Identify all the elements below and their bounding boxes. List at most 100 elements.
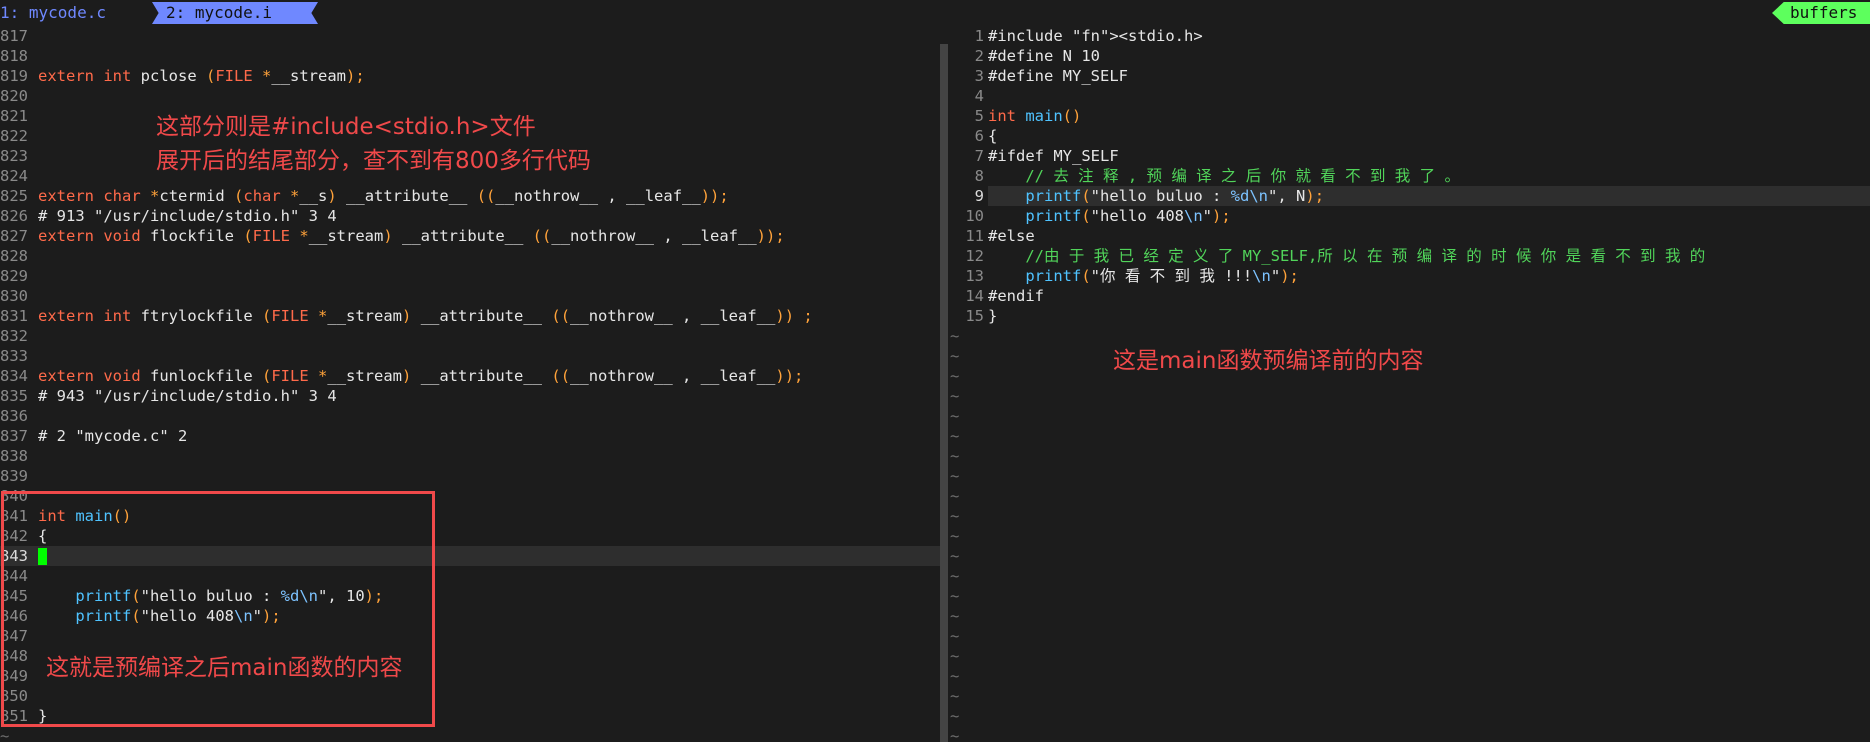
line-text: #define MY_SELF: [988, 67, 1128, 85]
code-line[interactable]: 836: [0, 406, 940, 426]
line-number: 1: [974, 27, 984, 45]
line-number: 832: [0, 327, 28, 345]
line-number: 818: [0, 47, 28, 65]
line-number: 824: [0, 167, 28, 185]
code-line[interactable]: 11 #else: [950, 226, 1870, 246]
vertical-split-bar[interactable]: [940, 44, 948, 742]
code-line[interactable]: 825 extern char *ctermid (char *__s) __at…: [0, 186, 940, 206]
empty-line-marker: ~: [950, 706, 1870, 726]
annotation-top: 这部分则是#include<stdio.h>文件 展开后的结尾部分，查不到有80…: [156, 110, 591, 178]
empty-line-marker: ~: [950, 546, 1870, 566]
line-text: # 943 "/usr/include/stdio.h" 3 4: [38, 387, 337, 405]
code-line[interactable]: 13 printf("你 看 不 到 我 !!!\n");: [950, 266, 1870, 286]
line-number: ~: [0, 727, 10, 742]
code-line[interactable]: 8 // 去 注 释 , 预 编 译 之 后 你 就 看 不 到 我 了 。: [950, 166, 1870, 186]
line-text: printf("你 看 不 到 我 !!!\n");: [1025, 267, 1299, 285]
empty-line-marker: ~: [950, 466, 1870, 486]
code-line[interactable]: ~: [0, 726, 940, 742]
annotation-top-line1: 这部分则是#include<stdio.h>文件: [156, 114, 536, 140]
line-number: 833: [0, 347, 28, 365]
code-line[interactable]: 828: [0, 246, 940, 266]
tilde-marker: ~: [950, 527, 960, 545]
line-text: extern void flockfile (FILE *__stream) _…: [38, 227, 785, 245]
line-number: 819: [0, 67, 28, 85]
code-line[interactable]: 831 extern int ftrylockfile (FILE *__stre…: [0, 306, 940, 326]
line-text: extern void funlockfile (FILE *__stream)…: [38, 367, 804, 385]
tilde-marker: ~: [950, 407, 960, 425]
code-line[interactable]: 820: [0, 86, 940, 106]
line-number: 831: [0, 307, 28, 325]
tilde-marker: ~: [950, 627, 960, 645]
line-number: 11: [965, 227, 984, 245]
code-line[interactable]: 819 extern int pclose (FILE *__stream);: [0, 66, 940, 86]
tilde-marker: ~: [950, 667, 960, 685]
line-number: 13: [965, 267, 984, 285]
code-line[interactable]: 817: [0, 26, 940, 46]
code-line[interactable]: 832: [0, 326, 940, 346]
code-line[interactable]: 6{: [950, 126, 1870, 146]
annotation-top-line2: 展开后的结尾部分，查不到有800多行代码: [156, 148, 591, 174]
line-number: 2: [974, 47, 984, 65]
empty-line-marker: ~: [950, 386, 1870, 406]
code-line[interactable]: 9 printf("hello buluo : %d\n", N);: [950, 186, 1870, 206]
empty-line-marker: ~: [950, 646, 1870, 666]
tilde-marker: ~: [950, 447, 960, 465]
code-line[interactable]: 835 # 943 "/usr/include/stdio.h" 3 4: [0, 386, 940, 406]
line-number: 14: [965, 287, 984, 305]
tabline: 1: mycode.c 2: mycode.i buffers: [0, 0, 1870, 26]
line-number: 12: [965, 247, 984, 265]
empty-line-marker: ~: [950, 326, 1870, 346]
code-line[interactable]: 2 #define N 10: [950, 46, 1870, 66]
empty-line-marker: ~: [950, 726, 1870, 742]
tab-mycode-c[interactable]: 1: mycode.c: [0, 2, 152, 24]
line-text: int main(): [988, 107, 1082, 125]
line-text: printf("hello 408\n");: [1025, 207, 1231, 225]
code-line[interactable]: 15}: [950, 306, 1870, 326]
code-line[interactable]: 4: [950, 86, 1870, 106]
right-editor-pane[interactable]: 1 #include "fn"><stdio.h> 2 #define N 10 3 #d…: [950, 26, 1870, 742]
line-number: 829: [0, 267, 28, 285]
code-line[interactable]: 14 #endif: [950, 286, 1870, 306]
code-line[interactable]: 837 # 2 "mycode.c" 2: [0, 426, 940, 446]
tilde-marker: ~: [950, 467, 960, 485]
line-text: # 2 "mycode.c" 2: [38, 427, 188, 445]
code-line[interactable]: 830: [0, 286, 940, 306]
buffers-badge[interactable]: buffers: [1772, 2, 1870, 24]
code-line[interactable]: 3 #define MY_SELF: [950, 66, 1870, 86]
line-number: 826: [0, 207, 28, 225]
tilde-marker: ~: [950, 347, 960, 365]
tilde-marker: ~: [950, 687, 960, 705]
line-number: 9: [974, 187, 984, 205]
tilde-marker: ~: [950, 567, 960, 585]
code-line[interactable]: 833: [0, 346, 940, 366]
empty-line-marker: ~: [950, 586, 1870, 606]
code-line[interactable]: 10 printf("hello 408\n");: [950, 206, 1870, 226]
line-number: 7: [974, 147, 984, 165]
empty-line-marker: ~: [950, 406, 1870, 426]
line-text: // 去 注 释 , 预 编 译 之 后 你 就 看 不 到 我 了 。: [988, 167, 1460, 185]
code-line[interactable]: 5 int main(): [950, 106, 1870, 126]
annotation-box: 这就是预编译之后main函数的内容: [46, 655, 403, 681]
empty-line-marker: ~: [950, 426, 1870, 446]
code-line[interactable]: 838: [0, 446, 940, 466]
code-line[interactable]: 839: [0, 466, 940, 486]
highlight-box: [1, 491, 435, 727]
line-number: 823: [0, 147, 28, 165]
line-number: 825: [0, 187, 28, 205]
annotation-right: 这是main函数预编译前的内容: [1113, 348, 1424, 374]
line-text: printf("hello buluo : %d\n", N);: [1025, 187, 1325, 205]
line-number: 822: [0, 127, 28, 145]
tab-mycode-i[interactable]: 2: mycode.i: [152, 2, 318, 24]
code-line[interactable]: 829: [0, 266, 940, 286]
code-line[interactable]: 827 extern void flockfile (FILE *__stream…: [0, 226, 940, 246]
code-line[interactable]: 12 //由 于 我 已 经 定 义 了 MY_SELF,所 以 在 预 编 译…: [950, 246, 1870, 266]
code-line[interactable]: 826 # 913 "/usr/include/stdio.h" 3 4: [0, 206, 940, 226]
empty-line-marker: ~: [950, 506, 1870, 526]
empty-line-marker: ~: [950, 486, 1870, 506]
line-number: 834: [0, 367, 28, 385]
code-line[interactable]: 818: [0, 46, 940, 66]
code-line[interactable]: 834 extern void funlockfile (FILE *__stre…: [0, 366, 940, 386]
code-line[interactable]: 7 #ifdef MY_SELF: [950, 146, 1870, 166]
code-line[interactable]: 1 #include "fn"><stdio.h>: [950, 26, 1870, 46]
line-text: #include "fn"><stdio.h>: [988, 27, 1203, 45]
